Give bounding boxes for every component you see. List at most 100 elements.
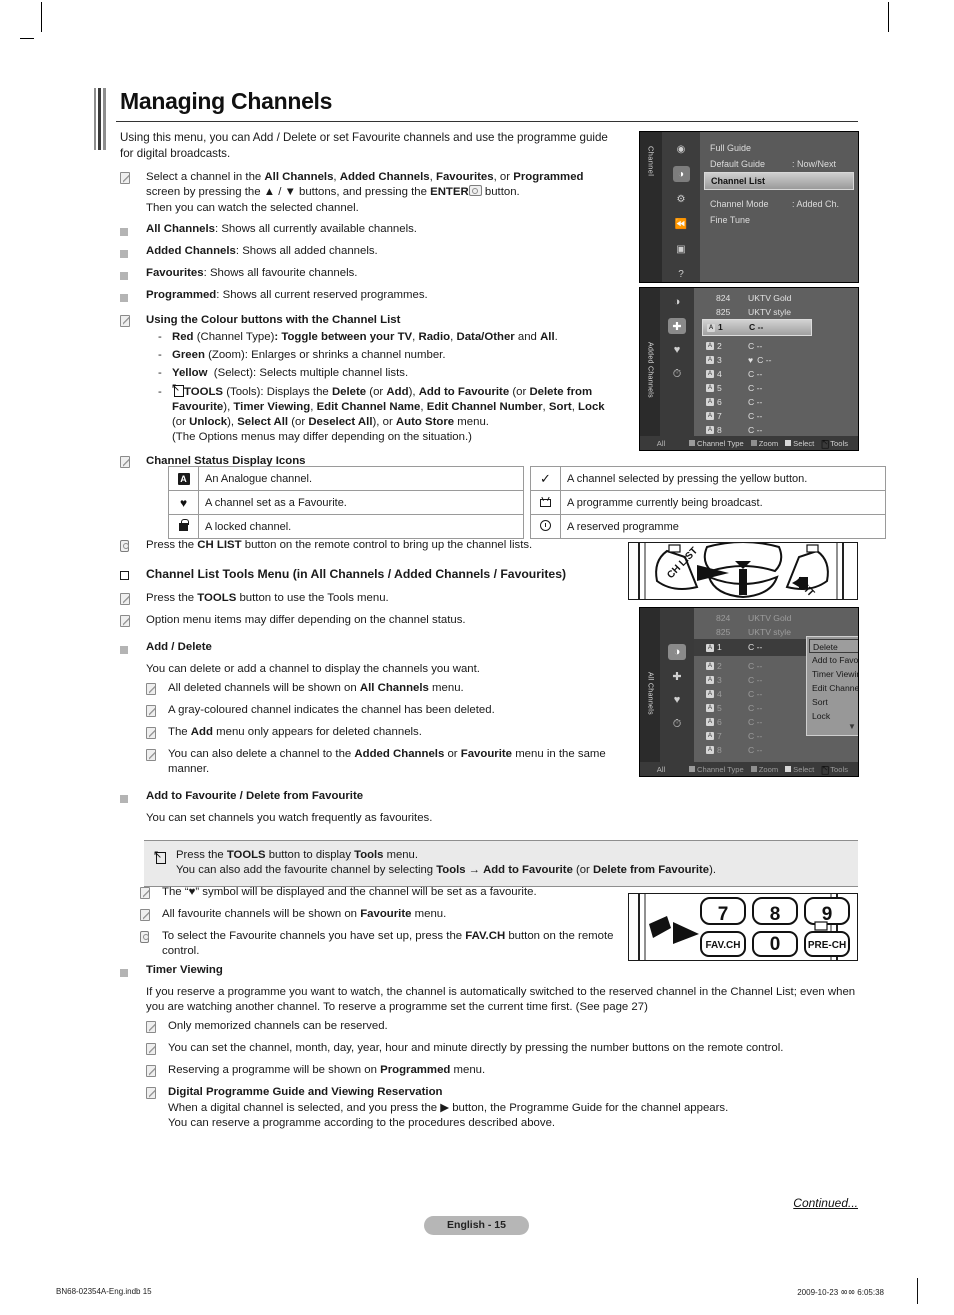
note-row: You can also delete a channel to the Add…: [146, 747, 640, 777]
channel-name: C --: [748, 397, 763, 407]
note-row: A gray-coloured channel indicates the ch…: [146, 703, 640, 722]
legend-tools[interactable]: Tools: [821, 765, 848, 775]
colour-red-paren: (Channel Type): [196, 331, 275, 343]
added-channels-icon[interactable]: ✚: [668, 318, 686, 334]
note-icon: [146, 749, 156, 762]
tools-menu-section-heading: Channel List Tools Menu (in All Channels…: [120, 566, 640, 585]
yellow-key-icon: [785, 439, 792, 446]
continued-link: Continued...: [793, 1196, 858, 1210]
note-row: All deleted channels will be shown on Al…: [146, 681, 640, 700]
remote-button-icon: [120, 540, 129, 552]
tools-note-line: (The Options menus may differ depending …: [172, 431, 472, 444]
list-item[interactable]: A6C --: [694, 395, 858, 409]
tv-menu-tab-label: Channel: [646, 146, 656, 177]
dash: -: [158, 349, 162, 362]
note-icon-wrap: [146, 1063, 168, 1082]
tools-button-label: TOOLS: [197, 592, 237, 604]
tools-item-edit-channel-name[interactable]: Edit Channel Name: [809, 681, 858, 695]
list-item[interactable]: A5C --: [694, 381, 858, 395]
fav-notes: The “♥” symbol will be displayed and the…: [140, 885, 640, 962]
status-table-right-grid: ✓ A channel selected by pressing the yel…: [530, 466, 886, 539]
note-icon-wrap: [146, 1041, 168, 1060]
analogue-A-icon: A: [706, 384, 714, 392]
list-item-selected[interactable]: A1C --: [702, 319, 812, 336]
note-icon-wrap: [146, 1019, 168, 1038]
tools-item-delete[interactable]: Delete: [809, 639, 858, 653]
menu-item-fine-tune[interactable]: Fine Tune: [710, 212, 858, 228]
table-row: A programme currently being broadcast.: [530, 490, 886, 515]
list-item[interactable]: A8C --: [694, 423, 858, 437]
legend-select-label: Select: [793, 438, 815, 448]
opt-add: Add: [386, 385, 409, 398]
tools-icon: [154, 852, 166, 864]
list-item[interactable]: 824 UKTV Gold: [694, 291, 858, 305]
all-channels-icon[interactable]: ◑: [668, 644, 686, 660]
square-bullet-wrap: [120, 222, 146, 241]
enter-button-icon: [468, 185, 482, 197]
dpg-block: Digital Programme Guide and Viewing Rese…: [168, 1085, 860, 1131]
legend-zoom[interactable]: Zoom: [750, 765, 778, 774]
colour-red-item: - Red (Channel Type): Toggle between you…: [158, 330, 640, 345]
list-item[interactable]: A 3 ♥ C --: [694, 353, 858, 367]
favourites-heart-icon[interactable]: ♥: [668, 692, 686, 708]
tools-item-add-to-favourite[interactable]: Add to Favourite: [809, 653, 858, 667]
menu-item-default-guide[interactable]: Default Guide: Now/Next: [710, 156, 858, 172]
menu-item-channel-mode[interactable]: Channel Mode: Added Ch.: [710, 196, 858, 212]
note-icon: [140, 887, 150, 899]
tools-item-sort[interactable]: Sort: [809, 695, 858, 709]
list-item[interactable]: A2C --: [694, 339, 858, 353]
programmed-clock-icon[interactable]: ⏱: [668, 366, 686, 382]
select-channel-line2: screen by pressing the ▲ / ▼ buttons, an…: [146, 185, 520, 199]
tv-menu-icon-rail: ◉ ◑ ⚙ ⏪ ▣ ?: [662, 132, 700, 282]
menu-item-channel-list[interactable]: Channel List: [704, 172, 854, 190]
menu-item-full-guide[interactable]: Full Guide: [710, 140, 858, 156]
tv-menu-items: Full Guide Default Guide: Now/Next Chann…: [700, 132, 858, 282]
channel-number: 4: [717, 369, 722, 379]
tv-menu-layout: Channel ◉ ◑ ⚙ ⏪ ▣ ? Full Guide Default G…: [640, 132, 858, 282]
list-item[interactable]: A8C --: [694, 743, 858, 757]
channel-number: 824: [716, 293, 731, 303]
tools-icon: [821, 765, 829, 775]
legend-channel-type[interactable]: Channel Type: [689, 439, 744, 448]
tv-tools-tab: All Channels: [640, 608, 660, 776]
legend-tools[interactable]: Tools: [821, 439, 848, 449]
note-icon-wrap: [140, 885, 162, 904]
term-data-other: Data/Other: [456, 331, 515, 343]
legend-select[interactable]: Select: [785, 439, 814, 448]
list-item[interactable]: 825 UKTV style: [694, 305, 858, 319]
channel-number-wrap: A5: [706, 381, 748, 395]
opt-deselect-all: Deselect All: [308, 416, 373, 429]
tv-added-icon-rail: ◑ ✚ ♥ ⏱: [660, 288, 694, 450]
colour-yellow-text: Yellow (Select): Selects multiple channe…: [172, 366, 408, 381]
analogue-A-icon: A: [707, 323, 715, 332]
crop-mark: [41, 2, 42, 32]
legend-select[interactable]: Select: [785, 765, 814, 774]
list-item[interactable]: 824 UKTV Gold: [694, 611, 858, 625]
all-channels-icon[interactable]: ◑: [668, 294, 686, 310]
add-favourite-heading: Add to Favourite / Delete from Favourite: [146, 789, 364, 802]
favourites-heart-icon[interactable]: ♥: [668, 342, 686, 358]
analogue-A-icon: A: [706, 718, 714, 726]
note-icon-wrap: [120, 170, 146, 189]
chevron-down-icon[interactable]: ▼: [809, 723, 858, 733]
square-bullet-wrap: [120, 244, 146, 263]
callout-del-fav: Delete from Favourite: [592, 864, 710, 877]
note-icon: [146, 1065, 156, 1078]
list-item[interactable]: A7C --: [694, 409, 858, 423]
legend-channel-type[interactable]: Channel Type: [689, 765, 744, 774]
legend-zoom[interactable]: Zoom: [750, 439, 778, 448]
channel-number: 5: [717, 703, 722, 713]
list-item[interactable]: A4C --: [694, 367, 858, 381]
key-0-label: 0: [770, 934, 781, 955]
programmed-clock-icon[interactable]: ⏱: [668, 716, 686, 732]
tools-item-lock[interactable]: Lock: [809, 709, 858, 723]
menu-label: Fine Tune: [710, 215, 751, 225]
green-key-icon: [750, 765, 757, 772]
note-row-text: All deleted channels will be shown on Al…: [168, 681, 640, 696]
list-item-term: Favourites: [146, 266, 204, 279]
added-channels-icon[interactable]: ✚: [668, 668, 686, 684]
tools-item-timer-viewing[interactable]: Timer Viewing: [809, 667, 858, 681]
dash: -: [158, 367, 162, 380]
note-bold: Programmed: [380, 1064, 451, 1077]
note-row-text: You can also delete a channel to the Add…: [168, 747, 640, 777]
